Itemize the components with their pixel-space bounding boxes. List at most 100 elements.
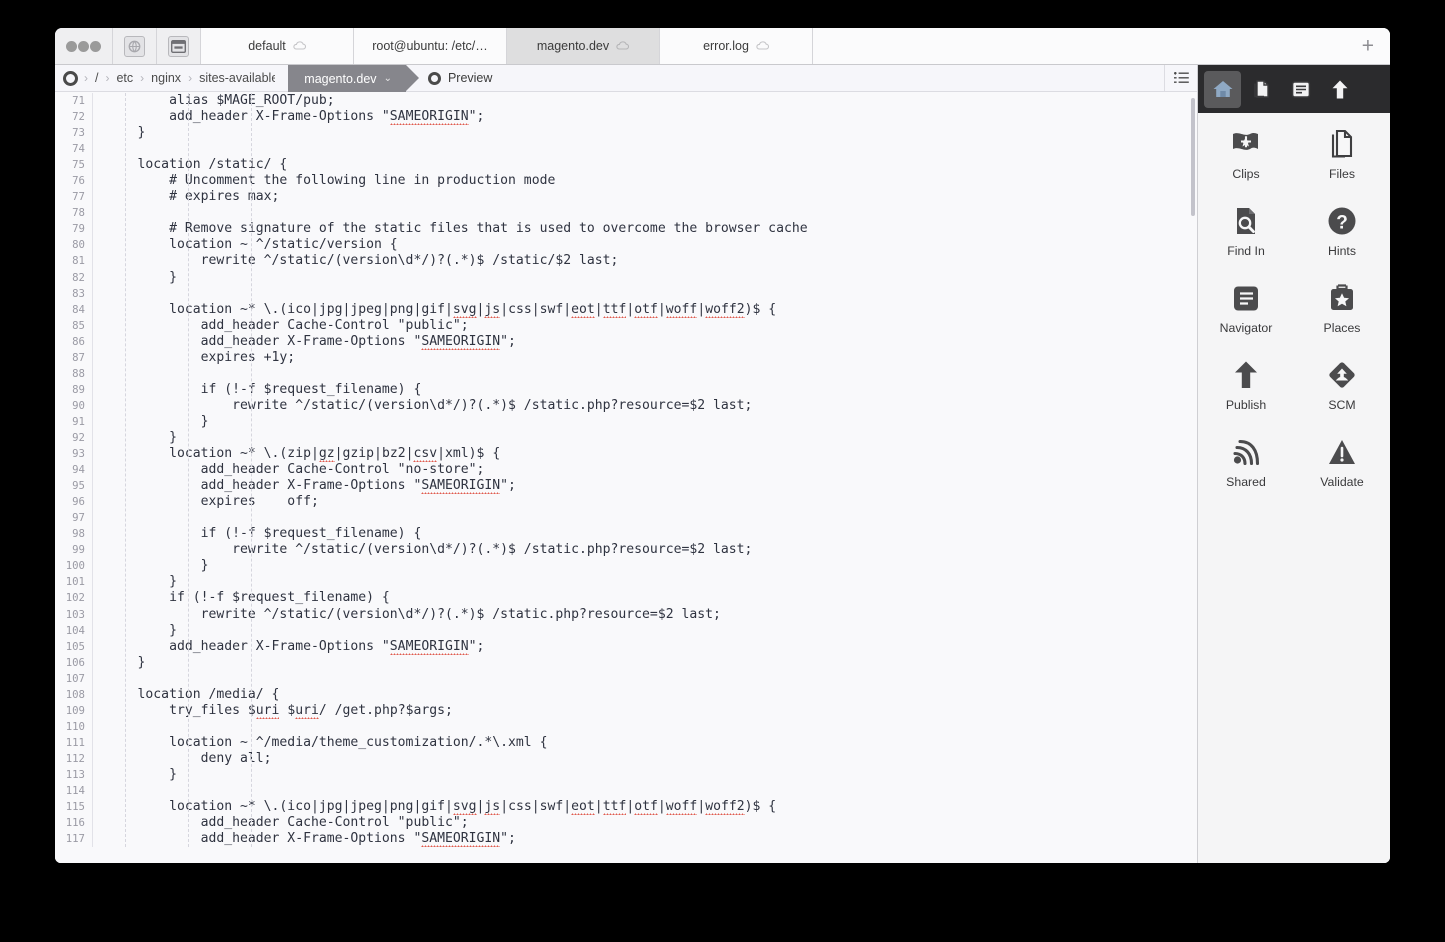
panel-button[interactable]: [157, 28, 201, 64]
globe-button[interactable]: [113, 28, 157, 64]
publish-arrow-icon: [1233, 358, 1259, 392]
screen: default root@ubuntu: /etc/… magento.dev …: [0, 0, 1445, 942]
tool-item-navigator[interactable]: Navigator: [1198, 281, 1294, 358]
tool-label: Validate: [1320, 475, 1364, 489]
window-body: › / › etc › nginx › sites-available mage…: [55, 65, 1390, 863]
question-mark-icon: ?: [1327, 204, 1357, 238]
line-number: 77: [55, 189, 85, 205]
places-star-icon: [1328, 281, 1356, 315]
chevron-down-icon: ⌄: [384, 73, 392, 84]
window-controls[interactable]: [55, 28, 113, 64]
cloud-icon: [616, 39, 629, 53]
line-number: 108: [55, 687, 85, 703]
tool-item-publish[interactable]: Publish: [1198, 358, 1294, 435]
editor-column: › / › etc › nginx › sites-available mage…: [55, 65, 1197, 863]
tool-label: SCM: [1328, 398, 1355, 412]
tab-default[interactable]: default: [201, 28, 354, 64]
line-number: 78: [55, 205, 85, 221]
breadcrumb-item-etc[interactable]: etc: [110, 71, 139, 85]
new-tab-button[interactable]: +: [1362, 36, 1374, 57]
code-area[interactable]: alias $MAGE_ROOT/pub; add_header X-Frame…: [93, 93, 1197, 847]
line-number: 116: [55, 815, 85, 831]
navigator-icon: [1231, 281, 1261, 315]
breadcrumb-item-sites-available[interactable]: sites-available: [193, 71, 284, 85]
tool-item-shared[interactable]: Shared: [1198, 435, 1294, 512]
line-number: 96: [55, 494, 85, 510]
line-number-gutter: 7172737475767778798081828384858687888990…: [55, 93, 93, 847]
vertical-scrollbar[interactable]: [1191, 98, 1195, 216]
upload-button[interactable]: [1321, 71, 1358, 108]
line-number: 109: [55, 703, 85, 719]
tool-label: Publish: [1226, 398, 1266, 412]
tool-label: Places: [1324, 321, 1361, 335]
code-editor[interactable]: 7172737475767778798081828384858687888990…: [55, 92, 1197, 863]
line-number: 95: [55, 478, 85, 494]
eye-icon[interactable]: [63, 71, 78, 86]
line-number: 89: [55, 382, 85, 398]
line-number: 94: [55, 462, 85, 478]
tool-label: Clips: [1232, 167, 1259, 181]
globe-icon: [124, 36, 145, 57]
tool-item-places[interactable]: Places: [1294, 281, 1390, 358]
tabbar-filler: +: [813, 28, 1390, 64]
line-number: 107: [55, 671, 85, 687]
tab-label: error.log: [703, 39, 749, 53]
breadcrumb-spacer: [492, 65, 1164, 91]
tool-label: Find In: [1227, 244, 1265, 258]
tab-strip: default root@ubuntu: /etc/… magento.dev …: [201, 28, 813, 64]
line-number: 112: [55, 751, 85, 767]
tool-item-hints[interactable]: ? Hints: [1294, 204, 1390, 281]
line-number: 101: [55, 574, 85, 590]
line-number: 104: [55, 623, 85, 639]
breadcrumb-menu-button[interactable]: [1164, 65, 1197, 91]
editor-window: default root@ubuntu: /etc/… magento.dev …: [55, 28, 1390, 863]
line-number: 100: [55, 558, 85, 574]
tool-item-validate[interactable]: Validate: [1294, 435, 1390, 512]
home-button[interactable]: [1204, 71, 1241, 108]
line-number: 102: [55, 590, 85, 606]
line-number: 103: [55, 607, 85, 623]
tool-label: Shared: [1226, 475, 1266, 489]
home-icon: [1212, 79, 1234, 99]
line-number: 83: [55, 286, 85, 302]
breadcrumb-item-root[interactable]: /: [89, 71, 104, 85]
tool-label: Hints: [1328, 244, 1356, 258]
eye-icon: [428, 72, 441, 85]
tool-item-find-in[interactable]: Find In: [1198, 204, 1294, 281]
line-number: 85: [55, 318, 85, 334]
tab-label: default: [248, 39, 286, 53]
minimize-icon[interactable]: [78, 41, 89, 52]
tool-panel: Clips Files: [1197, 65, 1390, 863]
line-number: 110: [55, 719, 85, 735]
line-number: 86: [55, 334, 85, 350]
line-number: 92: [55, 430, 85, 446]
find-in-icon: [1232, 204, 1260, 238]
panel-icon: [168, 36, 189, 57]
close-icon[interactable]: [66, 41, 77, 52]
line-number: 90: [55, 398, 85, 414]
line-number: 111: [55, 735, 85, 751]
code-text: alias $MAGE_ROOT/pub; add_header X-Frame…: [106, 93, 1197, 847]
tool-label: Files: [1329, 167, 1355, 181]
breadcrumb-current-file[interactable]: magento.dev ⌄: [288, 65, 406, 92]
line-number: 91: [55, 414, 85, 430]
tab-terminal[interactable]: root@ubuntu: /etc/…: [354, 28, 507, 64]
titlebar: default root@ubuntu: /etc/… magento.dev …: [55, 28, 1390, 65]
preview-button[interactable]: Preview: [428, 65, 492, 91]
tab-magento-dev[interactable]: magento.dev: [507, 28, 660, 64]
line-number: 81: [55, 253, 85, 269]
copy-files-button[interactable]: [1243, 71, 1280, 108]
scm-diamond-icon: [1327, 358, 1357, 392]
shared-waves-icon: [1231, 435, 1261, 469]
tab-error-log[interactable]: error.log: [660, 28, 813, 64]
breadcrumb-item-nginx[interactable]: nginx: [145, 71, 187, 85]
line-number: 72: [55, 109, 85, 125]
line-number: 75: [55, 157, 85, 173]
tool-item-files[interactable]: Files: [1294, 127, 1390, 204]
tool-item-clips[interactable]: Clips: [1198, 127, 1294, 204]
list-button[interactable]: [1282, 71, 1319, 108]
tool-item-scm[interactable]: SCM: [1294, 358, 1390, 435]
line-number: 71: [55, 93, 85, 109]
line-number: 98: [55, 526, 85, 542]
zoom-icon[interactable]: [90, 41, 101, 52]
